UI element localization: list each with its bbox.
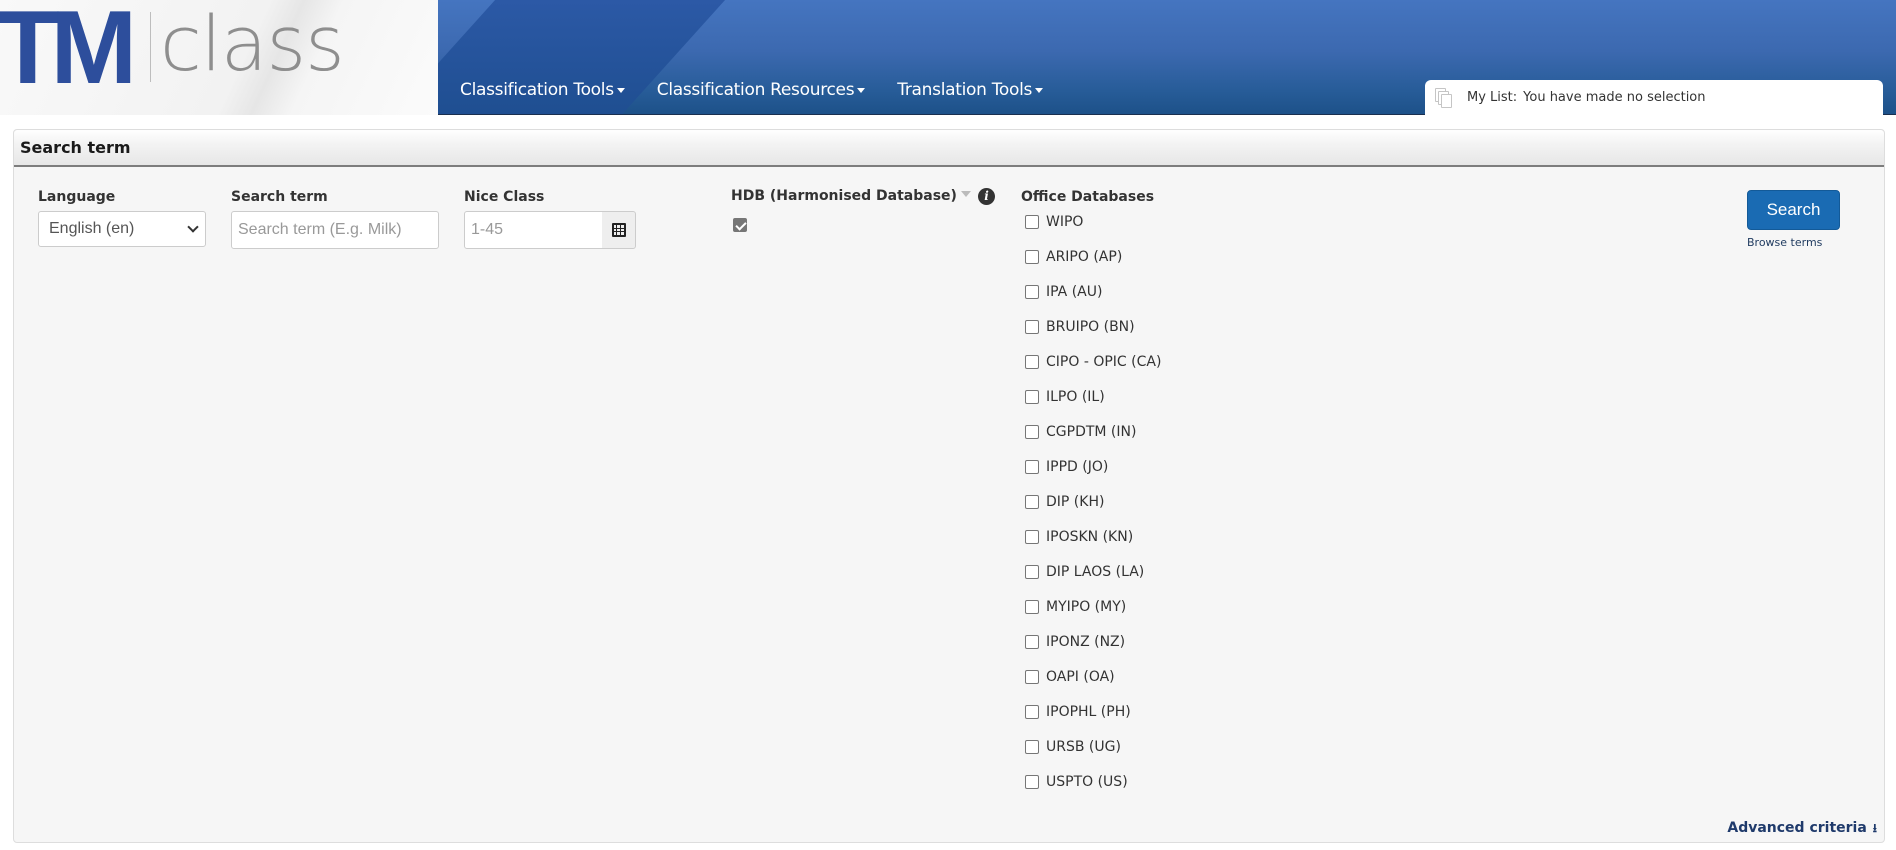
advanced-criteria-label: Advanced criteria (1727, 820, 1867, 836)
office-db-label: IPOPHL (PH) (1046, 703, 1131, 720)
office-db-label: ARIPO (AP) (1046, 248, 1123, 265)
nice-class-picker-button[interactable] (602, 211, 636, 249)
office-databases-label: Office Databases (1021, 189, 1155, 205)
hdb-checkbox[interactable] (733, 218, 747, 232)
logo-separator (150, 12, 151, 82)
office-db-item[interactable]: URSB (UG) (1025, 729, 1161, 764)
office-db-checkbox[interactable] (1025, 424, 1039, 439)
office-db-checkbox[interactable] (1025, 774, 1039, 789)
office-databases-list: WIPO ARIPO (AP) IPA (AU) BRUIPO (BN) CIP… (1025, 204, 1161, 799)
office-db-label: CIPO - OPIC (CA) (1046, 353, 1162, 370)
logo-mark: TM (0, 0, 137, 106)
office-db-checkbox[interactable] (1025, 494, 1039, 509)
office-db-item[interactable]: IPONZ (NZ) (1025, 624, 1161, 659)
office-db-checkbox[interactable] (1025, 739, 1039, 754)
office-db-label: USPTO (US) (1046, 773, 1128, 790)
office-db-checkbox[interactable] (1025, 599, 1039, 614)
hdb-label: HDB (Harmonised Database) (731, 188, 957, 204)
my-list-label: My List: (1467, 90, 1518, 105)
caret-down-icon (1035, 87, 1044, 93)
download-icon: ⭳ (1872, 821, 1877, 835)
browse-terms-link[interactable]: Browse terms (1747, 236, 1822, 249)
nav-menu: Classification Tools Classification Reso… (460, 80, 1075, 100)
office-db-item[interactable]: WIPO (1025, 204, 1161, 239)
hdb-dropdown-caret-icon[interactable] (961, 191, 971, 197)
office-db-item[interactable]: IPOPHL (PH) (1025, 694, 1161, 729)
caret-down-icon (616, 87, 625, 93)
language-label: Language (38, 189, 116, 205)
office-db-label: WIPO (1046, 213, 1084, 230)
nice-class-label: Nice Class (464, 189, 545, 205)
office-db-label: DIP LAOS (LA) (1046, 563, 1145, 580)
office-db-item[interactable]: IPPD (JO) (1025, 449, 1161, 484)
office-db-label: IPONZ (NZ) (1046, 633, 1126, 650)
office-db-item[interactable]: BRUIPO (BN) (1025, 309, 1161, 344)
language-selected-value: English (en) (49, 220, 135, 237)
nav-classification-tools[interactable]: Classification Tools (460, 80, 625, 100)
language-select[interactable]: English (en) (38, 211, 206, 247)
office-db-checkbox[interactable] (1025, 634, 1039, 649)
nav-label: Classification Resources (656, 80, 855, 100)
office-db-item[interactable]: DIP LAOS (LA) (1025, 554, 1161, 589)
office-db-item[interactable]: CIPO - OPIC (CA) (1025, 344, 1161, 379)
office-db-item[interactable]: IPOSKN (KN) (1025, 519, 1161, 554)
office-db-checkbox[interactable] (1025, 564, 1039, 579)
office-db-item[interactable]: CGPDTM (IN) (1025, 414, 1161, 449)
caret-down-icon (857, 87, 866, 93)
office-db-label: DIP (KH) (1046, 493, 1105, 510)
office-db-checkbox[interactable] (1025, 284, 1039, 299)
my-list-status: You have made no selection (1523, 90, 1706, 105)
nav-label: Classification Tools (460, 80, 614, 100)
office-db-label: ILPO (IL) (1046, 388, 1105, 405)
nice-class-input[interactable] (464, 211, 603, 249)
office-db-checkbox[interactable] (1025, 319, 1039, 334)
nav-translation-tools[interactable]: Translation Tools (897, 80, 1044, 100)
office-db-label: URSB (UG) (1046, 738, 1121, 755)
advanced-criteria-link[interactable]: Advanced criteria ⭳ (1727, 820, 1877, 836)
office-db-item[interactable]: DIP (KH) (1025, 484, 1161, 519)
office-db-checkbox[interactable] (1025, 669, 1039, 684)
office-db-label: IPOSKN (KN) (1046, 528, 1134, 545)
panel-title: Search term (14, 130, 1884, 167)
search-term-input[interactable] (231, 211, 439, 249)
search-term-label: Search term (231, 189, 328, 205)
office-db-item[interactable]: IPA (AU) (1025, 274, 1161, 309)
nav-classification-resources[interactable]: Classification Resources (657, 80, 866, 100)
office-db-checkbox[interactable] (1025, 704, 1039, 719)
office-db-label: IPPD (JO) (1046, 458, 1109, 475)
search-button[interactable]: Search (1747, 190, 1840, 230)
info-icon[interactable]: i (978, 188, 995, 205)
office-db-item[interactable]: USPTO (US) (1025, 764, 1161, 799)
office-db-checkbox[interactable] (1025, 249, 1039, 264)
logo-wordmark: class (160, 0, 345, 88)
office-db-label: OAPI (OA) (1046, 668, 1115, 685)
chevron-down-icon (187, 221, 199, 233)
calendar-grid-icon (611, 223, 626, 237)
office-db-item[interactable]: ARIPO (AP) (1025, 239, 1161, 274)
copy-documents-icon (1433, 87, 1455, 109)
site-header: TM class Classification Tools Classifica… (0, 0, 1896, 115)
office-db-label: IPA (AU) (1046, 283, 1103, 300)
office-db-label: CGPDTM (IN) (1046, 423, 1137, 440)
office-db-item[interactable]: ILPO (IL) (1025, 379, 1161, 414)
office-db-checkbox[interactable] (1025, 354, 1039, 369)
nav-label: Translation Tools (897, 80, 1033, 100)
office-db-item[interactable]: OAPI (OA) (1025, 659, 1161, 694)
logo[interactable]: TM class (0, 0, 438, 115)
office-db-checkbox[interactable] (1025, 389, 1039, 404)
office-db-checkbox[interactable] (1025, 459, 1039, 474)
office-db-label: MYIPO (MY) (1046, 598, 1127, 615)
search-panel: Search term Language English (en) Search… (13, 129, 1885, 843)
my-list-bar[interactable]: My List: You have made no selection (1425, 80, 1883, 115)
office-db-item[interactable]: MYIPO (MY) (1025, 589, 1161, 624)
office-db-label: BRUIPO (BN) (1046, 318, 1135, 335)
office-db-checkbox[interactable] (1025, 214, 1039, 229)
office-db-checkbox[interactable] (1025, 529, 1039, 544)
